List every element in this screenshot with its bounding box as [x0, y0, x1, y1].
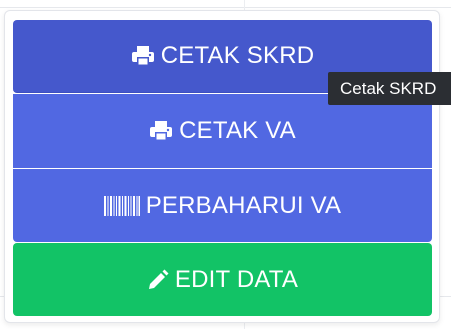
cetak-skrd-label: CETAK SKRD	[160, 42, 315, 69]
cetak-va-button[interactable]: CETAK VA	[13, 94, 432, 168]
barcode-icon	[103, 195, 140, 217]
pencil-icon	[147, 269, 169, 291]
edit-data-label: EDIT DATA	[174, 265, 299, 293]
printer-icon	[131, 45, 155, 67]
cetak-va-label: CETAK VA	[179, 117, 296, 144]
printer-icon	[149, 120, 173, 142]
perbaharui-va-label: PERBAHARUI VA	[145, 191, 342, 219]
table-grid-line	[0, 7, 451, 8]
cetak-skrd-button[interactable]: CETAK SKRD	[13, 20, 432, 93]
perbaharui-va-button[interactable]: PERBAHARUI VA	[13, 169, 432, 242]
edit-data-button[interactable]: EDIT DATA	[13, 243, 432, 316]
